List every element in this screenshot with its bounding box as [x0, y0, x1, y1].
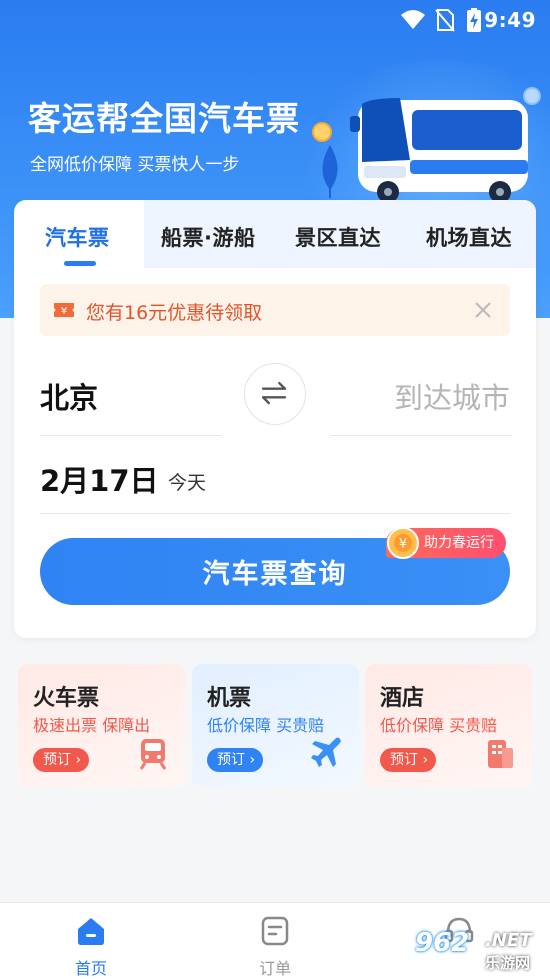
site-watermark: 962 .NET 乐游网 [415, 928, 545, 974]
book-label: 预订 [217, 752, 245, 768]
divider [40, 513, 510, 514]
tab-bar: 汽车票 船票·游船 景区直达 机场直达 [14, 200, 536, 268]
service-desc: 极速出票 保障出 [33, 716, 151, 735]
service-desc: 低价保障 买贵赔 [380, 716, 498, 735]
svg-text:¥: ¥ [61, 306, 67, 317]
watermark-suffix: .NET [485, 930, 532, 951]
service-title: 火车票 [33, 686, 100, 711]
book-hotel-button[interactable]: 预订 › [380, 748, 437, 772]
hero-subtitle: 全网低价保障 买票快人一步 [30, 155, 240, 175]
bus-illustration [312, 87, 541, 203]
nav-orders-label: 订单 [258, 959, 291, 978]
coupon-text: 您有16元优惠待领取 [86, 302, 263, 324]
nav-home[interactable]: 首页 [31, 903, 151, 979]
coupon-banner[interactable]: ¥ 您有16元优惠待领取 [40, 284, 510, 336]
service-title: 机票 [207, 686, 252, 711]
departure-date[interactable]: 2月17日 [40, 458, 159, 500]
tab-bus-ticket[interactable]: 汽车票 [45, 222, 110, 252]
service-grid: 火车票 极速出票 保障出 预订 › 机票 低价保障 买贵赔 预订 › 酒店 低价… [18, 664, 532, 787]
service-train[interactable]: 火车票 极速出票 保障出 预订 › [18, 664, 185, 787]
no-sim-icon [435, 9, 455, 32]
book-label: 预订 [390, 752, 418, 768]
watermark-number: 962 [415, 928, 470, 958]
hero-title: 客运帮全国汽车票 [28, 99, 300, 138]
date-note[interactable]: 今天 [168, 468, 206, 495]
watermark-name: 乐游网 [485, 954, 531, 972]
service-flight[interactable]: 机票 低价保障 买贵赔 预订 › [192, 664, 359, 787]
tab-scenic-direct[interactable]: 景区直达 [295, 222, 381, 252]
coupon-ticket-icon: ¥ [54, 303, 74, 317]
service-title: 酒店 [380, 686, 425, 711]
divider [40, 435, 222, 436]
status-bar: 9:49 [0, 0, 550, 40]
tab-ferry[interactable]: 船票·游船 [161, 222, 255, 252]
service-desc: 低价保障 买贵赔 [207, 716, 325, 735]
book-flight-button[interactable]: 预订 › [207, 748, 264, 772]
swap-cities-button[interactable] [244, 363, 306, 425]
train-icon [139, 739, 167, 770]
nav-home-label: 首页 [74, 959, 107, 978]
status-time: 9:49 [484, 8, 536, 32]
departure-city[interactable]: 北京 [40, 375, 98, 417]
booking-card: 汽车票 船票·游船 景区直达 机场直达 ¥ 您有16元优惠待领取 北京 到达城市… [14, 200, 536, 638]
hotel-icon [488, 740, 513, 768]
battery-charging-icon [467, 8, 481, 32]
coin-icon: ¥ [387, 527, 419, 559]
swap-arrows-icon [261, 381, 287, 405]
nav-orders[interactable]: 订单 [215, 903, 335, 979]
wifi-icon [401, 10, 425, 29]
service-hotel[interactable]: 酒店 低价保障 买贵赔 预订 › [365, 664, 532, 787]
tab-airport-direct[interactable]: 机场直达 [426, 222, 512, 252]
book-train-button[interactable]: 预订 › [33, 748, 90, 772]
tab-active-indicator [64, 261, 96, 266]
svg-text:¥: ¥ [399, 537, 407, 552]
book-label: 预订 [43, 752, 71, 768]
home-icon [78, 918, 104, 945]
plane-icon [311, 737, 341, 767]
divider [330, 435, 512, 436]
close-icon[interactable] [470, 297, 496, 323]
order-icon [261, 916, 289, 946]
arrival-city-placeholder[interactable]: 到达城市 [394, 375, 510, 417]
